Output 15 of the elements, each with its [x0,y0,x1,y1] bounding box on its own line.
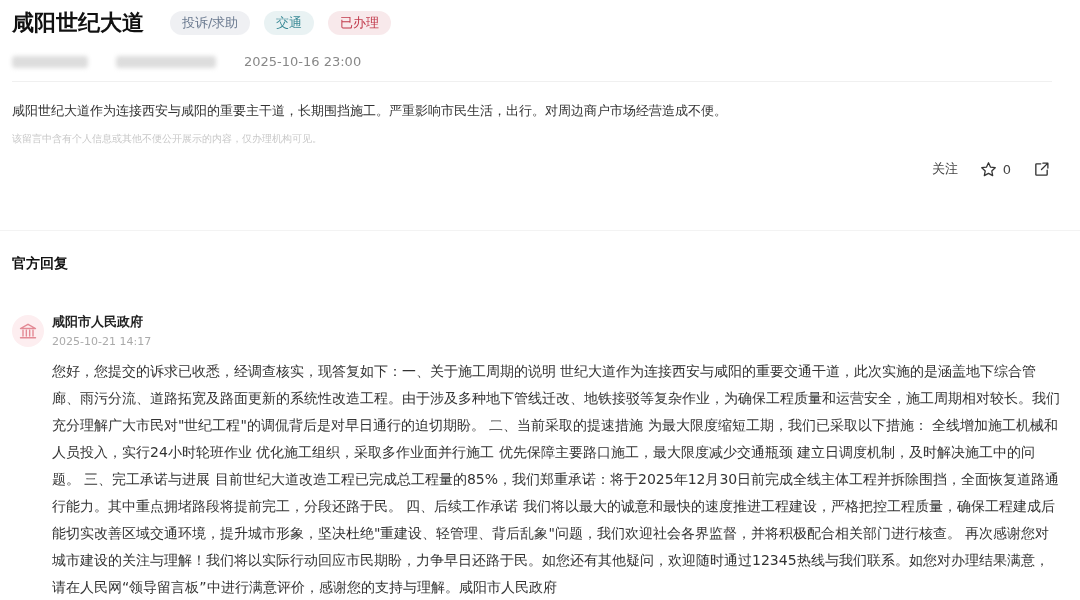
category-tag: 交通 [264,11,315,35]
share-icon [1033,160,1050,178]
category-tag: 已办理 [328,11,392,35]
category-tag: 投诉/求助 [170,11,251,35]
section-heading: 官方回复 [12,255,69,273]
government-building-icon [12,314,44,347]
post-text: 咸阳世纪大道作为连接西安与咸阳的重要主干道，长期围挡施工。严重影响市民生活，出行。对周边商户市场经营造成不便。 [12,102,728,120]
reply-text: 您好，您提交的诉求已收悉，经调查核实，现答复如下：一、关于施工周期的说明 世纪大道作为连接西安与咸阳的重要交通干道，此次实施的是涵盖地下综合管廊、雨污分流、道路拓宽及路面更新的系统性改造工程。由于涉及多种地下管线迁改、地铁接驳等复杂作业，为确保工程质量和运营安全，施工周期相对较长。我们充分理解广大市民对"世纪工程"的调侃背后是对早日通行的迫切期盼。 二、当前采取的提速措施 为最大限度缩短工期，我们已采取以下措施： 全线增加施工机械和人员投入，实行24小时轮班作业 优化施工组织，采取多作业面并行施工 优先保障主要路口施工，最大限度减少交通瓶颈 建立日调度机制，及时解决施工中的问题。 三、完工承诺与进展 目前世纪大道改造工程已完成总工程量的85%，我们郑重承诺：将于2025年12月30日前完成全线主体工程并拆除围挡，全面恢复道路通行能力。其中重点拥堵路段将提前完工，分段还路于民。 四、后续工作承诺 我们将以最大的诚意和最快的速度推进工程建设，严格把控工程质量，确保工程建成后能切实改善区域交通环境，提升城市形象，坚决杜绝"重建设、轻管理、背后乱象"问题，我们欢迎社会各界监督，并将积极配合相关部门进行核查。 再次感谢您对城市建设的关注与理解！我们将以实际行动回应市民期盼，力争早日还路于民。如您还有其他疑问，欢迎随时通过12345热线与我们联系。如您对办理结果满意，请在人民网“领导留言板”中进行满意评价，感谢您的支持与理解。咸阳市人民政府 [52,362,1060,597]
like-button[interactable]: 0 [977,156,1013,182]
reply-date: 2025-10-21 14:17 [52,335,152,348]
post-title: 咸阳世纪大道 [12,9,144,37]
follow-button[interactable]: 关注 [929,156,960,182]
star-icon [979,160,997,178]
author-name: 咸阳市人民政府 [52,313,144,331]
post-date: 2025-10-16 23:00 [244,54,362,69]
